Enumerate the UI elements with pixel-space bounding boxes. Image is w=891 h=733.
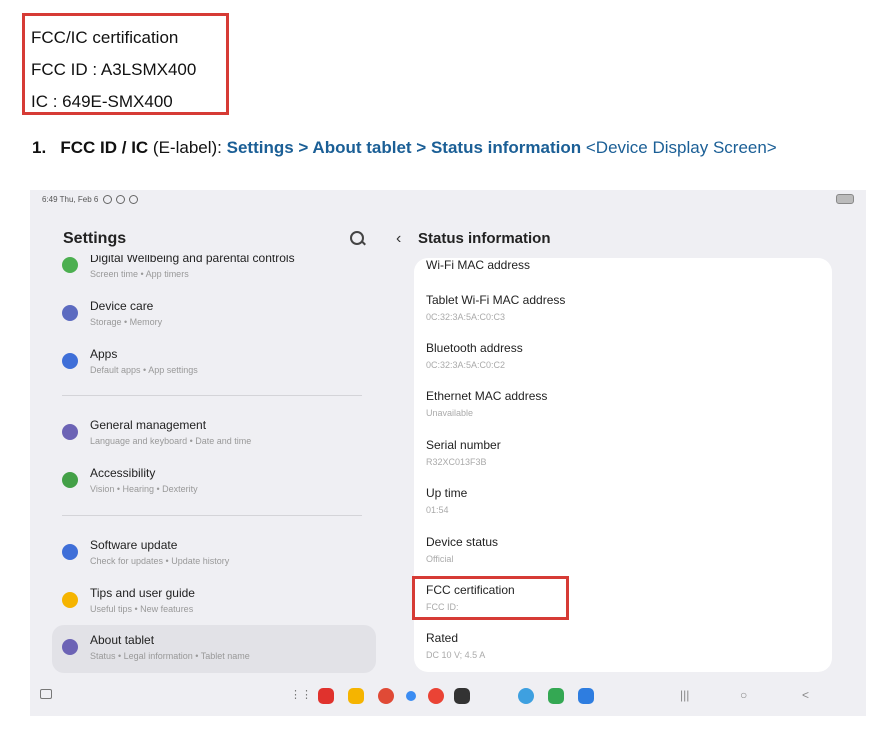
battery-indicator [836, 194, 854, 204]
app-icon-1[interactable] [318, 688, 334, 704]
settings-item-title: Software update [90, 538, 178, 552]
instruction-label: FCC ID / IC [60, 138, 149, 157]
settings-item-title: About tablet [90, 633, 155, 647]
fcc-id-line: FCC ID : A3LSMX400 [31, 60, 197, 79]
ic-line: IC : 649E-SMX400 [31, 92, 173, 111]
instruction-elabel: (E-label): [148, 138, 227, 157]
instruction-line: 1. FCC ID / IC (E-label): Settings > Abo… [32, 138, 777, 158]
status-item-tablet-wifi-mac[interactable]: Tablet Wi-Fi MAC address 0C:32:3A:5A:C0:… [414, 288, 832, 336]
settings-item-title: Apps [90, 347, 118, 361]
settings-item-digital-wellbeing[interactable]: Digital Wellbeing and parental controls … [52, 255, 376, 291]
software-update-icon [62, 544, 78, 560]
settings-item-subtitle: Status • Legal information • Tablet name [90, 651, 250, 661]
status-item-value: 01:54 [426, 505, 449, 515]
fcc-ic-heading: FCC/IC certification [31, 28, 179, 47]
battery-icon [836, 194, 854, 204]
general-management-icon [62, 424, 78, 440]
status-item-title: Wi-Fi MAC address [426, 258, 531, 272]
settings-item-apps[interactable]: Apps Default apps • App settings [52, 339, 376, 387]
settings-item-about-tablet[interactable]: About tablet Status • Legal information … [52, 625, 376, 673]
settings-item-title: Accessibility [90, 466, 156, 480]
settings-item-title: Tips and user guide [90, 586, 195, 600]
camera-icon[interactable] [454, 688, 470, 704]
status-item-serial-number[interactable]: Serial number R32XC013F3B [414, 433, 832, 481]
settings-item-title: Digital Wellbeing and parental controls [90, 255, 295, 265]
settings-item-title: Device care [90, 299, 154, 313]
settings-item-subtitle: Useful tips • New features [90, 604, 194, 614]
navigation-bar: ⋮⋮ ||| ○ < [30, 684, 866, 712]
status-item-value: R32XC013F3B [426, 457, 487, 467]
status-item-value: DC 10 V; 4.5 A [426, 650, 486, 660]
status-item-title: Bluetooth address [426, 341, 523, 355]
fcc-ic-certification-box: FCC/IC certification FCC ID : A3LSMX400 … [22, 13, 229, 115]
about-tablet-icon [62, 639, 78, 655]
status-time: 6:49 Thu, Feb 6 [42, 195, 99, 204]
settings-item-title: General management [90, 418, 207, 432]
wellbeing-icon [62, 257, 78, 273]
app-icon-2[interactable] [348, 688, 364, 704]
recent-apps-icon[interactable]: ||| [680, 688, 689, 702]
settings-item-subtitle: Check for updates • Update history [90, 556, 230, 566]
status-item-ethernet-mac[interactable]: Ethernet MAC address Unavailable [414, 384, 832, 432]
status-item-title: Serial number [426, 438, 501, 452]
status-item-title: Tablet Wi-Fi MAC address [426, 293, 566, 307]
settings-item-software-update[interactable]: Software update Check for updates • Upda… [52, 530, 376, 578]
shield-status-icon [115, 195, 125, 205]
settings-item-general-management[interactable]: General management Language and keyboard… [52, 410, 376, 458]
wifi-status-icon [129, 195, 139, 205]
status-information-title: Status information [418, 230, 551, 247]
instruction-path: Settings > About tablet > Status informa… [226, 138, 582, 157]
list-divider [62, 395, 362, 396]
status-item-value: 0C:32:3A:5A:C0:C3 [426, 312, 506, 322]
list-divider [62, 515, 362, 516]
tablet-screenshot: 6:49 Thu, Feb 6 Settings Digital Wellbei… [30, 190, 866, 716]
status-item-device-status[interactable]: Device status Official [414, 530, 832, 578]
status-item-title: Up time [426, 486, 468, 500]
fcc-certification-highlight [412, 576, 569, 620]
app-icon-3[interactable] [378, 688, 394, 704]
apps-grid-icon[interactable]: ⋮⋮ [290, 688, 312, 701]
device-care-icon [62, 305, 78, 321]
settings-item-subtitle: Default apps • App settings [90, 365, 198, 375]
settings-item-subtitle: Vision • Hearing • Dexterity [90, 484, 198, 494]
status-item-value: Unavailable [426, 408, 474, 418]
apps-icon [62, 353, 78, 369]
keyboard-icon[interactable] [40, 689, 52, 699]
status-item-up-time[interactable]: Up time 01:54 [414, 481, 832, 529]
app-icon-7[interactable] [518, 688, 534, 704]
app-icon-9[interactable] [578, 688, 594, 704]
settings-status-icon [102, 195, 112, 205]
status-item-title: Rated [426, 631, 459, 645]
settings-item-tips[interactable]: Tips and user guide Useful tips • New fe… [52, 578, 376, 626]
status-item-value: 0C:32:3A:5A:C0:C2 [426, 360, 506, 370]
accessibility-icon [62, 472, 78, 488]
status-item-title: Ethernet MAC address [426, 389, 548, 403]
settings-item-device-care[interactable]: Device care Storage • Memory [52, 291, 376, 339]
settings-list: Digital Wellbeing and parental controls … [52, 255, 376, 675]
settings-item-subtitle: Screen time • App timers [90, 269, 189, 279]
back-chevron-icon[interactable]: ‹ [396, 230, 401, 248]
tips-icon [62, 592, 78, 608]
search-icon[interactable] [350, 231, 364, 245]
instruction-suffix: <Device Display Screen> [581, 138, 777, 157]
back-nav-icon[interactable]: < [802, 688, 809, 702]
play-store-icon[interactable] [548, 688, 564, 704]
settings-title: Settings [63, 230, 127, 247]
status-item-bluetooth[interactable]: Bluetooth address 0C:32:3A:5A:C0:C2 [414, 336, 832, 384]
settings-item-subtitle: Storage • Memory [90, 317, 163, 327]
status-bar: 6:49 Thu, Feb 6 [42, 195, 139, 205]
status-item-title: Device status [426, 535, 499, 549]
home-icon[interactable]: ○ [740, 688, 747, 702]
settings-item-subtitle: Language and keyboard • Date and time [90, 436, 252, 446]
status-item-value: Official [426, 554, 454, 564]
status-item-rated[interactable]: Rated DC 10 V; 4.5 A [414, 626, 832, 672]
settings-item-accessibility[interactable]: Accessibility Vision • Hearing • Dexteri… [52, 458, 376, 506]
app-icon-4[interactable] [406, 691, 416, 701]
chrome-icon[interactable] [428, 688, 444, 704]
instruction-number: 1. [32, 138, 47, 157]
